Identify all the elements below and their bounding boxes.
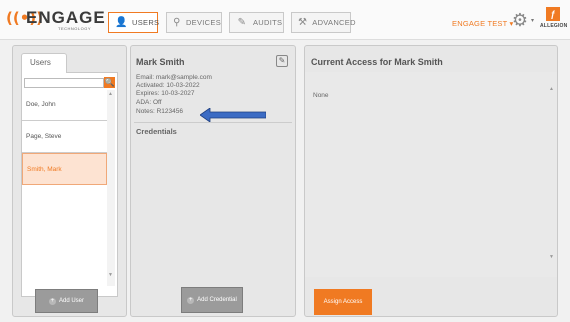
chevron-down-icon[interactable]: ▾	[531, 17, 534, 24]
allegion-logo: ƒ ALLEGION	[540, 7, 570, 37]
access-list	[305, 72, 557, 277]
tab-audits-label: AUDITS	[253, 18, 283, 27]
tab-audits[interactable]: ✎ AUDITS	[229, 12, 284, 33]
add-user-button[interactable]: + Add User	[35, 289, 98, 313]
activated-line: Activated: 10-03-2022	[136, 82, 200, 89]
tools-icon: ⚒	[298, 16, 308, 28]
divider	[134, 122, 292, 123]
callout-arrow-icon	[200, 108, 266, 122]
ada-line: ADA: Off	[136, 99, 162, 106]
logo-word: ENGAGE	[26, 8, 106, 27]
tab-advanced-label: ADVANCED	[312, 18, 356, 27]
tab-users-label: USERS	[132, 18, 160, 27]
user-row-doe-john[interactable]: Doe, John	[22, 89, 107, 121]
org-selector[interactable]: ENGAGE TEST ▾	[452, 19, 514, 28]
engage-logo[interactable]: ((•)) ENGAGE TECHNOLOGY	[6, 8, 105, 34]
plus-icon: +	[187, 296, 195, 304]
scroll-up-icon[interactable]: ▲	[108, 91, 113, 97]
gear-icon[interactable]: ⚙	[510, 11, 530, 31]
access-scroll-down-icon[interactable]: ▼	[549, 254, 554, 260]
add-credential-label: Add Credential	[197, 297, 237, 303]
allegion-word: ALLEGION	[540, 23, 568, 29]
device-icon: ⚲	[173, 16, 181, 28]
tab-devices[interactable]: ⚲ DEVICES	[166, 12, 222, 33]
logo-sub: TECHNOLOGY	[58, 26, 92, 31]
users-scrollbar[interactable]	[107, 90, 115, 286]
detail-title: Mark Smith	[136, 57, 185, 67]
email-line: Email: mark@sample.com	[136, 74, 212, 81]
audit-icon: ✎	[237, 16, 247, 28]
user-name: Page, Steve	[26, 133, 62, 140]
add-credential-button[interactable]: + Add Credential	[181, 287, 243, 313]
user-name: Smith, Mark	[27, 166, 62, 173]
users-tab[interactable]: Users	[21, 53, 67, 73]
user-name: Doe, John	[26, 101, 56, 108]
search-icon[interactable]: 🔍	[104, 77, 115, 88]
user-icon: 👤	[115, 16, 128, 28]
engage-mark-icon: ((•))	[6, 9, 44, 27]
allegion-mark-icon: ƒ	[546, 7, 560, 21]
user-row-smith-mark[interactable]: Smith, Mark	[22, 153, 107, 185]
access-none-text: None	[313, 92, 329, 99]
credentials-title: Credentials	[136, 127, 177, 136]
edit-icon[interactable]: ✎	[276, 55, 288, 67]
tab-users[interactable]: 👤 USERS	[108, 12, 160, 33]
notes-line: Notes: R123456	[136, 108, 183, 115]
assign-access-button[interactable]: Assign Access	[314, 289, 372, 315]
user-row-page-steve[interactable]: Page, Steve	[22, 121, 107, 153]
user-search-input[interactable]	[24, 78, 104, 88]
tab-devices-label: DEVICES	[185, 18, 221, 27]
scroll-down-icon[interactable]: ▼	[108, 272, 113, 278]
tab-advanced[interactable]: ⚒ ADVANCED	[291, 12, 356, 33]
add-user-label: Add User	[58, 298, 84, 304]
access-title: Current Access for Mark Smith	[311, 57, 443, 67]
access-scroll-up-icon[interactable]: ▲	[549, 86, 554, 92]
expires-line: Expires: 10-03-2027	[136, 90, 195, 97]
plus-icon: +	[48, 297, 56, 305]
